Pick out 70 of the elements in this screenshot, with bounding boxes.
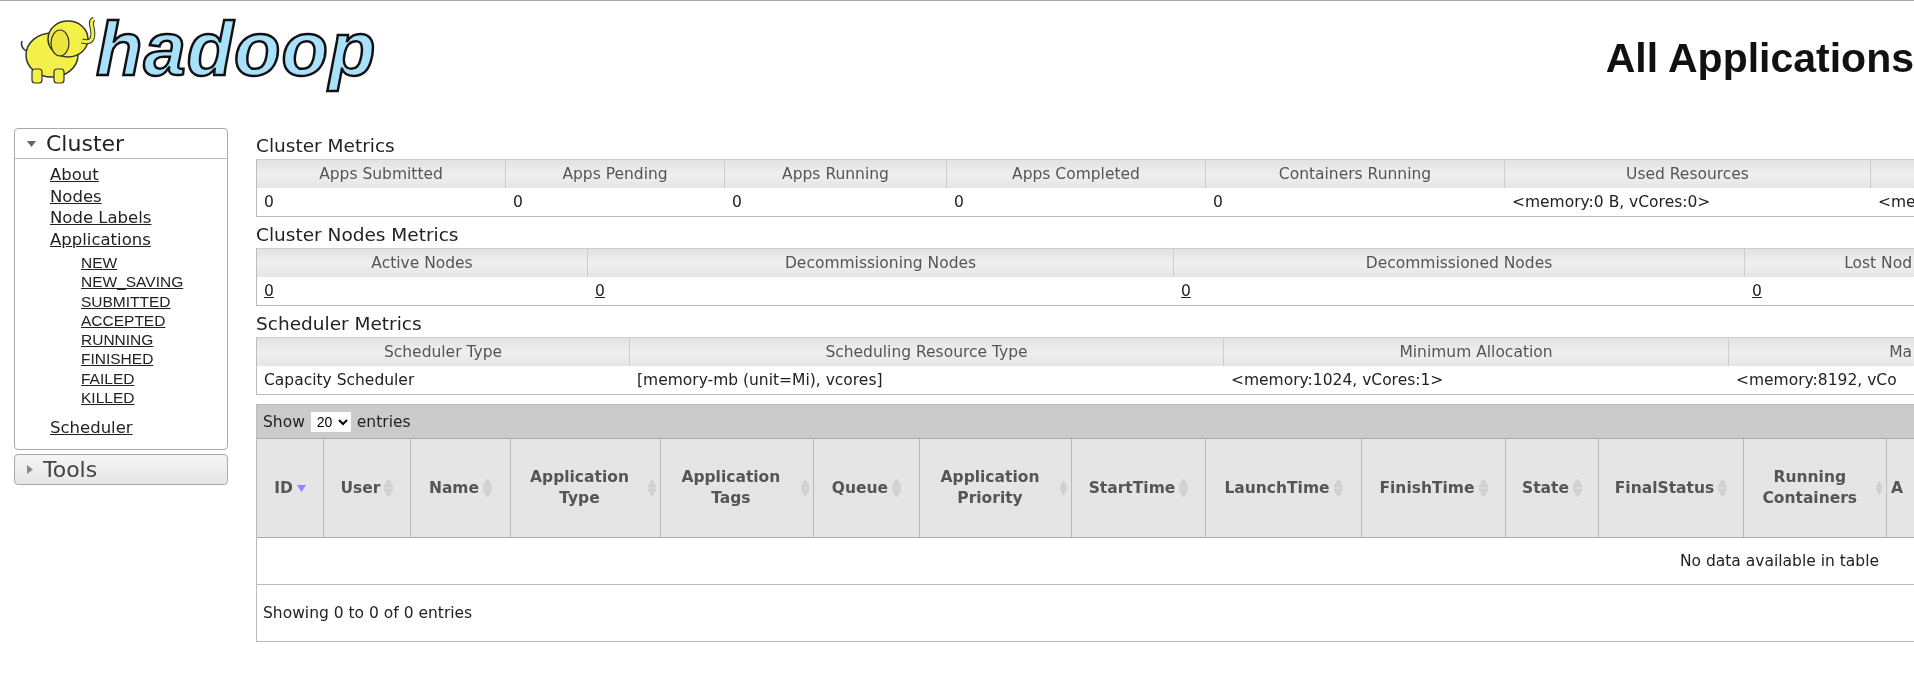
sidebar-link[interactable]: Scheduler [50,417,133,439]
column-header: Minimum Allocation [1224,337,1729,366]
column-header: Apps Running [725,159,947,188]
metric-value: Capacity Scheduler [264,371,415,389]
column-header[interactable]: A [1887,439,1914,537]
sidebar-sublink[interactable]: NEW_SAVING [81,272,184,292]
metric-value: <memory:8192, vCo [1736,371,1897,389]
column-header: Scheduling Resource Type [630,337,1224,366]
column-header: Apps Pending [506,159,725,188]
caret-down-icon [27,140,36,147]
column-header: Used Resources [1505,159,1871,188]
sidebar-sublink[interactable]: NEW [81,253,118,273]
sidebar-link[interactable]: Applications [50,228,151,250]
metric-value: 0 [513,193,523,211]
sidebar-sublink[interactable]: ACCEPTED [81,310,166,331]
column-header: Active Nodes [257,248,588,277]
sidebar-sublink[interactable]: KILLED [81,388,135,408]
column-header[interactable]: Running Containers [1744,439,1887,537]
column-header [1871,159,1914,188]
column-header: Decommissioning Nodes [588,248,1174,277]
sidebar-sublink[interactable]: RUNNING [81,330,154,350]
column-header[interactable]: State [1506,439,1599,537]
empty-table-message: No data available in table [1679,552,1879,570]
sidebar-sublink[interactable]: SUBMITTED [81,291,171,311]
metric-value: 0 [1213,193,1223,211]
metric-value: 0 [954,193,964,211]
metric-link[interactable]: 0 [1181,282,1191,300]
sidebar-section-header[interactable]: Tools [15,454,227,484]
column-header[interactable]: Queue [814,439,920,537]
metric-value: <memory:0 B, vCores:0> [1512,193,1711,211]
page-title: All Applications [1605,35,1914,82]
metric-value: [memory-mb (unit=Mi), vcores] [637,371,883,389]
column-header: Apps Completed [947,159,1206,188]
metric-value: 0 [732,193,742,211]
metric-link[interactable]: 0 [1752,282,1762,300]
metric-value: <memory:1024, vCores:1> [1231,371,1444,389]
section-title: Cluster Nodes Metrics [256,223,460,247]
column-header[interactable]: StartTime [1072,439,1206,537]
sidebar-sublink[interactable]: FAILED [81,368,135,389]
entries-label: entries [356,412,411,431]
column-header: Scheduler Type [257,337,630,366]
column-header[interactable]: User [324,439,411,537]
sidebar-link[interactable]: Nodes [50,185,102,207]
page-size-select[interactable]: 20 [310,411,351,432]
column-header: Lost Nod [1745,248,1914,277]
section-title: Scheduler Metrics [256,312,423,336]
sidebar-section-header[interactable]: Cluster [15,129,227,159]
sidebar-link[interactable]: About [50,164,99,186]
sidebar-sublink[interactable]: FINISHED [81,349,154,369]
column-header[interactable]: FinishTime [1362,439,1506,537]
column-header: Apps Submitted [257,159,506,188]
column-header: Containers Running [1206,159,1505,188]
column-header[interactable]: FinalStatus [1599,439,1744,537]
column-header: Ma [1729,337,1914,366]
column-header[interactable]: Application Type [511,439,661,537]
metric-value: <me [1878,193,1914,211]
metric-value: 0 [264,193,274,211]
column-header[interactable]: Name [411,439,511,537]
column-header[interactable]: ID [257,439,324,537]
table-info: Showing 0 to 0 of 0 entries [263,604,473,622]
section-title: Cluster Metrics [256,134,396,158]
column-header[interactable]: Application Tags [661,439,814,537]
caret-right-icon [27,464,33,474]
sidebar-link[interactable]: Node Labels [50,207,152,229]
column-header[interactable]: LaunchTime [1206,439,1362,537]
show-label: Show [263,412,305,431]
column-header: Decommissioned Nodes [1174,248,1745,277]
column-header[interactable]: Application Priority [920,439,1072,537]
metric-link[interactable]: 0 [595,282,605,300]
metric-link[interactable]: 0 [264,282,274,300]
